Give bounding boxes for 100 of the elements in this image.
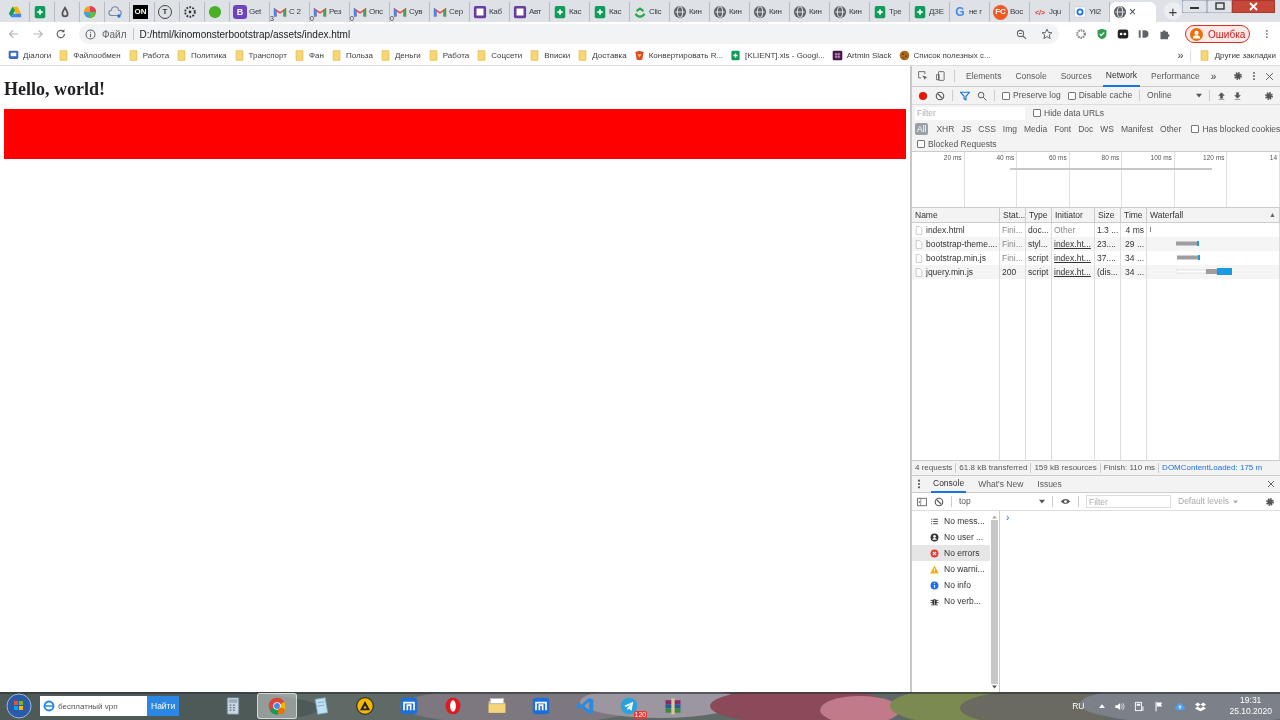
close-icon[interactable] bbox=[1267, 480, 1275, 488]
close-icon[interactable] bbox=[1265, 71, 1274, 81]
filter-icon[interactable] bbox=[960, 90, 970, 101]
bookmark[interactable]: Политика bbox=[174, 46, 229, 65]
more-tabs-chevron[interactable]: » bbox=[1210, 68, 1217, 84]
sidebar-item[interactable]: No info bbox=[912, 577, 990, 593]
panel-tab[interactable]: Console bbox=[1012, 65, 1050, 87]
column-header[interactable]: Initiator bbox=[1055, 208, 1083, 222]
drawer-tab[interactable]: What's New bbox=[976, 475, 1026, 493]
overflow-chevron[interactable]: » bbox=[1177, 47, 1184, 64]
new-tab-button[interactable]: + bbox=[1164, 2, 1182, 20]
network-icon[interactable] bbox=[1134, 700, 1146, 712]
filter-field[interactable]: Filter bbox=[1086, 495, 1171, 508]
type-filter[interactable]: CSS bbox=[976, 123, 998, 135]
sidebar-item[interactable]: No user ... bbox=[912, 529, 990, 545]
record-icon[interactable] bbox=[918, 90, 928, 101]
bookmark[interactable]: Другие закладки bbox=[1189, 49, 1276, 62]
sidebar-item[interactable]: No errors bbox=[912, 545, 990, 561]
bookmark[interactable]: Деньги bbox=[377, 46, 423, 65]
inspect-icon[interactable] bbox=[918, 71, 928, 81]
bookmark[interactable]: Діалоги bbox=[6, 46, 54, 65]
bookmark[interactable]: Польза bbox=[328, 46, 375, 65]
column-header[interactable]: Size bbox=[1098, 208, 1115, 222]
address-bar[interactable]: Файл D:/html/kinomonsterbootstrap/assets/index.html bbox=[78, 24, 1059, 44]
clock-date[interactable]: 25.10.2020 bbox=[1229, 706, 1272, 717]
throttling-dropdown[interactable]: Online bbox=[1147, 89, 1202, 102]
download-icon[interactable] bbox=[1232, 90, 1242, 101]
bookmark[interactable]: Транспорт bbox=[231, 46, 289, 65]
mask-icon[interactable] bbox=[1117, 28, 1129, 40]
type-filter[interactable]: Manifest bbox=[1119, 123, 1156, 135]
minimize-button[interactable] bbox=[1182, 0, 1207, 13]
bookmark[interactable]: Конвертировать R... bbox=[631, 46, 726, 65]
browser-tab[interactable]: × bbox=[1110, 2, 1156, 22]
sidebar-item[interactable]: No warni... bbox=[912, 561, 990, 577]
type-filter[interactable]: Media bbox=[1022, 123, 1050, 135]
checkbox[interactable]: Disable cache bbox=[1067, 89, 1133, 102]
column-header[interactable]: Stat... bbox=[1003, 208, 1025, 222]
settings-icon[interactable] bbox=[1264, 90, 1274, 101]
drawer-tab[interactable]: Issues bbox=[1035, 475, 1064, 493]
bookmark[interactable]: Artmin Slack bbox=[829, 46, 894, 65]
column-header[interactable]: Type bbox=[1029, 208, 1048, 222]
star-icon[interactable] bbox=[1041, 28, 1053, 40]
bookmark[interactable]: Доставка bbox=[575, 46, 629, 65]
box-icon[interactable] bbox=[1195, 700, 1207, 712]
clear-icon[interactable] bbox=[934, 496, 944, 507]
bookmark[interactable]: Вписки bbox=[527, 46, 573, 65]
bookmark[interactable]: Работа bbox=[125, 46, 172, 65]
device-icon[interactable] bbox=[936, 71, 946, 81]
clear-icon[interactable] bbox=[935, 90, 945, 101]
bookmark[interactable]: Работа bbox=[425, 46, 472, 65]
column-header[interactable]: Waterfall bbox=[1150, 208, 1184, 222]
sidebar-item[interactable]: No verb... bbox=[912, 593, 990, 609]
checkbox[interactable]: Hide data URLs bbox=[1033, 106, 1104, 120]
id-icon[interactable] bbox=[1138, 28, 1150, 40]
initiator-link[interactable]: index.ht... bbox=[1054, 251, 1091, 265]
shield-icon[interactable] bbox=[1096, 28, 1108, 40]
panel-tab[interactable]: Performance bbox=[1148, 65, 1203, 87]
bookmark[interactable]: [KLIENT].xls - Googl... bbox=[728, 46, 827, 65]
sidebar-toggle-icon[interactable] bbox=[917, 496, 927, 507]
request-row[interactable]: bootstrap.min.js Fini... script index.ht... 37.... 34 ... bbox=[912, 251, 1280, 265]
scrollbar[interactable] bbox=[990, 513, 999, 692]
search-button[interactable]: Найти bbox=[147, 696, 180, 716]
context-dropdown[interactable]: top bbox=[959, 495, 1045, 508]
initiator-link[interactable]: index.ht... bbox=[1054, 265, 1091, 279]
type-filter[interactable]: Doc bbox=[1076, 123, 1096, 135]
taskbar-app[interactable] bbox=[257, 693, 298, 719]
checkbox[interactable]: Has blocked cookies bbox=[1191, 122, 1280, 136]
search-field[interactable]: бесплатный vpn bbox=[40, 696, 147, 716]
language-indicator[interactable]: RU bbox=[1072, 699, 1085, 713]
panel-tab[interactable]: Sources bbox=[1057, 65, 1095, 87]
clock-time[interactable]: 19:31 bbox=[1240, 695, 1262, 706]
initiator-link[interactable]: index.ht... bbox=[1054, 237, 1091, 251]
maximize-button[interactable] bbox=[1207, 0, 1232, 13]
column-header[interactable]: Name bbox=[915, 208, 938, 222]
eye-icon[interactable] bbox=[1060, 497, 1071, 506]
more-icon[interactable] bbox=[1251, 71, 1257, 81]
settings-icon[interactable] bbox=[1233, 71, 1243, 81]
upload-icon[interactable] bbox=[1216, 90, 1226, 101]
drawer-tab[interactable]: Console bbox=[931, 475, 967, 493]
panel-tab[interactable]: Elements bbox=[963, 65, 1005, 87]
bookmark[interactable]: Фан bbox=[292, 46, 326, 65]
search-icon[interactable] bbox=[977, 90, 987, 101]
puzzle-icon[interactable] bbox=[1159, 28, 1171, 40]
request-row[interactable]: index.html Fini... doc... Other 1.3 ... 4 ms bbox=[912, 223, 1280, 237]
zoom-out-icon[interactable] bbox=[1016, 28, 1027, 40]
close-button[interactable] bbox=[1232, 0, 1275, 13]
type-filter[interactable]: Img bbox=[1000, 123, 1019, 135]
more-icon[interactable] bbox=[917, 479, 921, 489]
settings-icon[interactable] bbox=[1265, 496, 1275, 507]
filter-field[interactable]: Filter bbox=[915, 106, 1025, 120]
type-filter[interactable]: Other bbox=[1158, 123, 1184, 135]
type-filter[interactable]: Font bbox=[1052, 123, 1074, 135]
request-row[interactable]: bootstrap-theme.... Fini... styl... index.ht... 23.... 29 ... bbox=[912, 237, 1280, 251]
start-button[interactable] bbox=[6, 693, 32, 719]
reload-icon[interactable] bbox=[55, 28, 67, 40]
request-row[interactable]: jquery.min.js 200 script index.ht... (dis... 34 ... bbox=[912, 265, 1280, 279]
up-arrow-icon[interactable] bbox=[1099, 704, 1106, 708]
type-filter[interactable]: WS bbox=[1098, 123, 1116, 135]
speaker-icon[interactable] bbox=[1114, 700, 1126, 712]
column-header[interactable]: Time bbox=[1124, 208, 1143, 222]
